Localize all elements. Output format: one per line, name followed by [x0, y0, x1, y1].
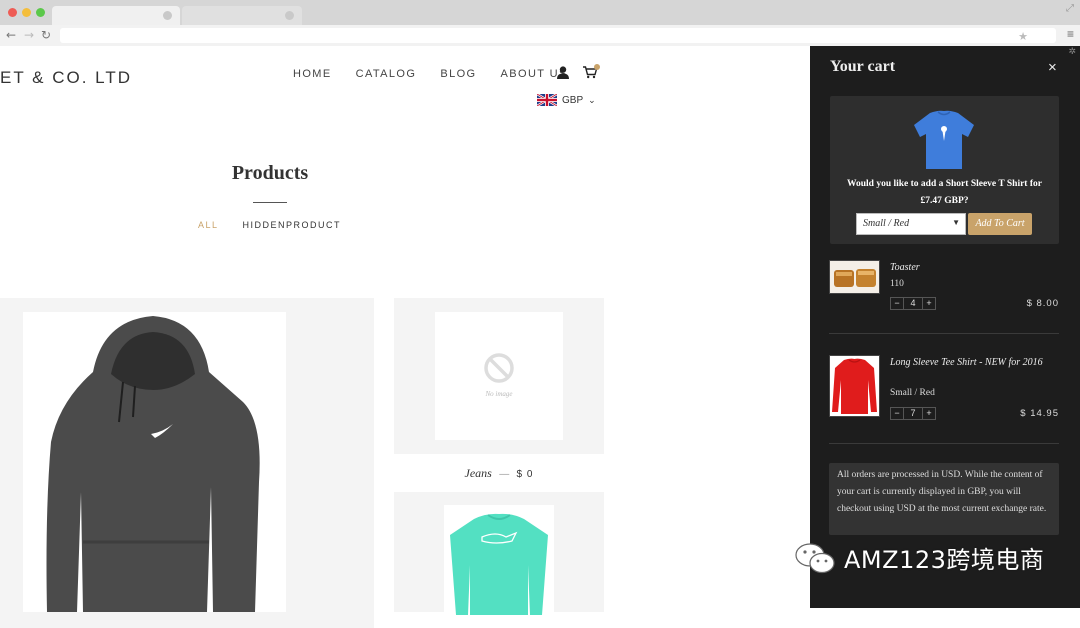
fullscreen-icon[interactable]: ⤢ [1066, 3, 1074, 14]
blue-tee-image [914, 110, 974, 169]
cart-title: Your cart [830, 58, 896, 75]
browser-menu-icon[interactable]: ≡ [1067, 27, 1074, 41]
cart-count-badge [594, 64, 600, 70]
reload-icon[interactable]: ↻ [41, 28, 51, 42]
product-image-jeans[interactable]: No image [435, 312, 563, 440]
product-image-tee[interactable] [444, 505, 554, 615]
product-card-jeans[interactable]: No image [394, 298, 604, 454]
product-price: $ 0 [516, 469, 534, 480]
line-item-price: $ 14.95 [1020, 408, 1059, 419]
wechat-logo-icon [795, 542, 835, 573]
nav-home[interactable]: HOME [293, 68, 332, 80]
upsell-add-to-cart-button[interactable]: Add To Cart [968, 213, 1032, 235]
browser-tab[interactable] [182, 6, 302, 25]
cart-divider [829, 443, 1059, 444]
upsell-variant-value: Small / Red [863, 218, 910, 229]
nav-catalog[interactable]: CATALOG [356, 68, 417, 80]
price-separator: — [499, 469, 510, 480]
store-page: ET & CO. LTD HOME CATALOG BLOG ABOUT US … [0, 46, 810, 628]
watermark-text: AMZ123跨境电商 [844, 546, 1045, 574]
forward-icon[interactable]: → [24, 28, 34, 42]
quantity-stepper: − 7 + [890, 407, 936, 420]
tab-strip: ⤢ [0, 0, 1080, 25]
no-image-label: No image [485, 390, 513, 398]
mint-tee-image [450, 513, 548, 615]
line-item-thumbnail[interactable] [829, 355, 880, 417]
zoom-window-button[interactable] [36, 8, 45, 17]
line-item-thumbnail[interactable] [829, 260, 880, 294]
filter-hiddenproduct[interactable]: HIDDENPRODUCT [243, 220, 342, 230]
line-item-price: $ 8.00 [1026, 298, 1059, 309]
page-title: Products [231, 162, 309, 184]
cart-line-item: Long Sleeve Tee Shirt - NEW for 2016 Sma… [829, 355, 1059, 425]
account-icon[interactable] [556, 66, 570, 79]
close-icon[interactable]: × [1048, 59, 1057, 76]
uk-flag-icon [537, 94, 557, 106]
line-item-name[interactable]: Toaster [890, 260, 1060, 275]
minimize-window-button[interactable] [22, 8, 31, 17]
qty-decrease-button[interactable]: − [891, 298, 903, 309]
line-item-name[interactable]: Long Sleeve Tee Shirt - NEW for 2016 [890, 355, 1060, 370]
hoodie-image [46, 316, 260, 612]
no-image-icon [484, 353, 514, 383]
back-icon[interactable]: ← [6, 28, 16, 42]
chevron-down-icon: ⌄ [588, 94, 596, 105]
upsell-variant-select[interactable]: Small / Red ▼ [856, 213, 966, 235]
dropdown-caret-icon: ▼ [952, 218, 960, 227]
upsell-message: Would you like to add a Short Sleeve T S… [847, 179, 1042, 206]
watermark: AMZ123跨境电商 [794, 540, 1044, 575]
main-nav: HOME CATALOG BLOG ABOUT US [293, 68, 568, 80]
bookmark-star-icon[interactable]: ★ [1018, 30, 1028, 43]
qty-decrease-button[interactable]: − [891, 408, 903, 419]
qty-increase-button[interactable]: + [923, 408, 935, 419]
product-card-hoodie[interactable] [0, 298, 374, 628]
qty-increase-button[interactable]: + [923, 298, 935, 309]
product-card-tee[interactable] [394, 492, 604, 615]
line-item-variant: 110 [890, 279, 904, 289]
nav-blog[interactable]: BLOG [440, 68, 476, 80]
browser-chrome: ⤢ ← → ↻ ★ ≡ [0, 0, 1080, 46]
cart-drawer: ✲ Your cart × Would you like to add a Sh… [810, 46, 1080, 608]
product-caption-jeans[interactable]: Jeans — $ 0 [394, 466, 604, 481]
collection-filters: ALL HIDDENPRODUCT [198, 220, 341, 230]
red-long-sleeve-image [830, 356, 879, 416]
store-logo[interactable]: ET & CO. LTD [0, 68, 132, 88]
tab-close-icon[interactable] [285, 11, 294, 20]
cart-line-item: Toaster 110 − 4 + $ 8.00 [829, 260, 1059, 320]
toaster-image [830, 261, 879, 293]
cart-divider [829, 333, 1059, 334]
close-window-button[interactable] [8, 8, 17, 17]
filter-all[interactable]: ALL [198, 220, 219, 230]
line-item-variant: Small / Red [890, 388, 935, 398]
product-image-hoodie[interactable] [23, 312, 286, 612]
title-divider [253, 202, 287, 203]
upsell-offer: Would you like to add a Short Sleeve T S… [830, 96, 1059, 244]
settings-gear-icon[interactable]: ✲ [1068, 46, 1076, 57]
qty-value[interactable]: 7 [903, 408, 923, 419]
quantity-stepper: − 4 + [890, 297, 936, 310]
currency-selector[interactable]: GBP ⌄ [537, 94, 596, 106]
address-bar[interactable]: ★ [60, 28, 1056, 43]
tab-close-icon[interactable] [163, 11, 172, 20]
browser-toolbar: ← → ↻ ★ ≡ [0, 25, 1080, 46]
currency-notice: All orders are processed in USD. While t… [829, 463, 1059, 535]
currency-code: GBP [562, 94, 584, 106]
product-name: Jeans [464, 466, 492, 480]
qty-value[interactable]: 4 [903, 298, 923, 309]
browser-tab-active[interactable] [52, 6, 180, 25]
